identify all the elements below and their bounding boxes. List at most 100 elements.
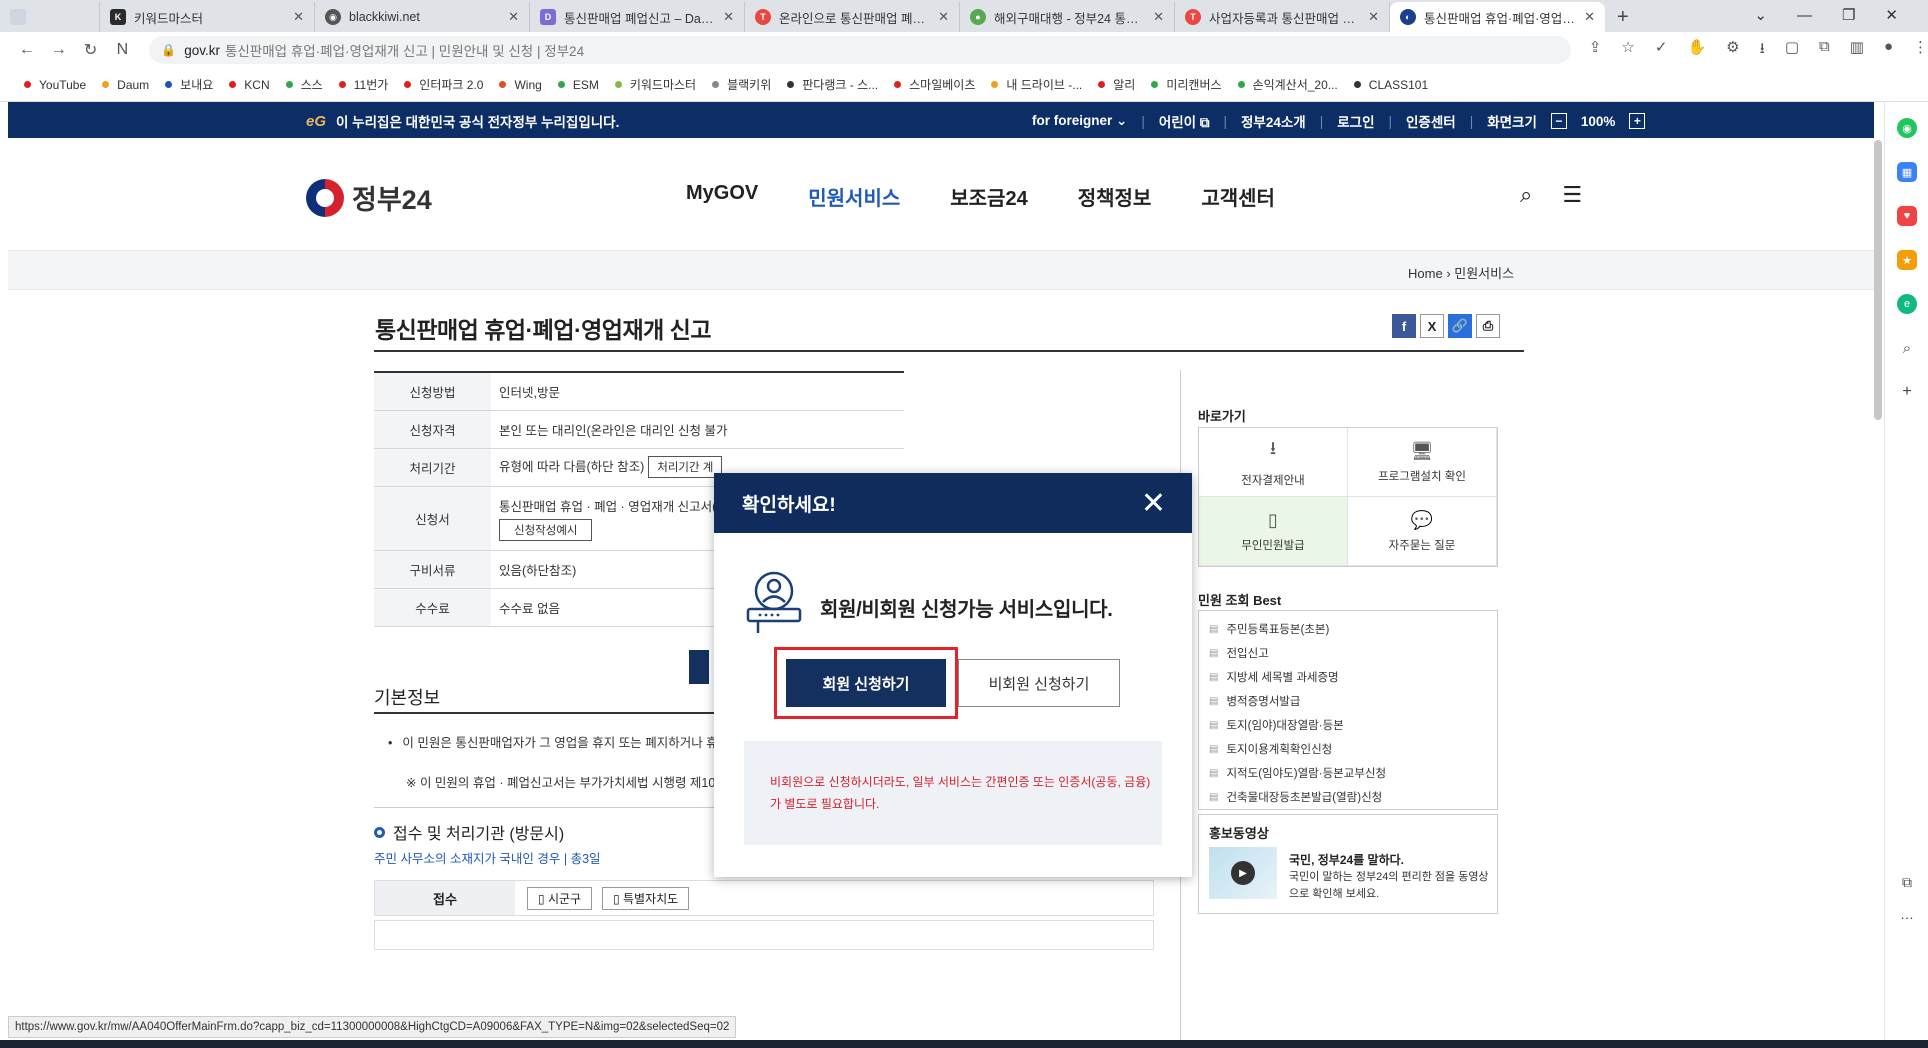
chip-sigungu[interactable]: ▯ 시군구 [527, 886, 593, 910]
office-icon[interactable]: ▦ [1897, 162, 1917, 182]
profile-avatar[interactable]: ● [1884, 38, 1893, 63]
browser-tab[interactable]: K 키워드마스터 ✕ [100, 2, 315, 32]
browser-tab[interactable]: ● 해외구매대행 - 정부24 통신판매 ✕ [960, 2, 1175, 32]
menu-subsidy[interactable]: 보조금24 [950, 182, 1027, 211]
bookmark-item[interactable]: 스마일베이츠 [894, 76, 975, 93]
address-bar[interactable]: 🔒 gov.kr 통신판매업 휴업·폐업·영업재개 신고 | 민원안내 및 신청… [149, 36, 1571, 64]
play-icon[interactable]: ▶ [1231, 861, 1255, 885]
add-icon[interactable]: + [1897, 382, 1917, 402]
more-icon[interactable]: ⋮ [1913, 38, 1928, 63]
bookmark-item[interactable]: YouTube [24, 78, 86, 92]
list-item[interactable]: 토지이용계획확인신청 [1209, 737, 1487, 761]
close-icon[interactable]: ✕ [1153, 9, 1164, 25]
form-example-button[interactable]: 신청작성예시 [499, 518, 593, 541]
menu-civil-service[interactable]: 민원서비스 [808, 182, 900, 211]
foreigner-link[interactable]: for foreigner ⌄ [1032, 113, 1127, 129]
more-icon[interactable]: … [1897, 904, 1917, 924]
favorites-icon[interactable]: ☆ [1621, 38, 1634, 63]
quick-payment-guide[interactable]: ⭳ 전자결제안내 [1199, 428, 1348, 497]
bookmark-item[interactable]: 손익계산서_20... [1237, 76, 1338, 93]
bookmark-item[interactable]: KCN [229, 78, 270, 92]
bookmark-item[interactable]: 보내요 [165, 76, 213, 93]
promo-heading[interactable]: 국민, 정부24를 말하다. [1289, 851, 1404, 868]
sidebar-icon[interactable]: ▥ [1850, 38, 1864, 63]
collections-icon[interactable]: ⧉ [1819, 38, 1830, 63]
puzzle-icon[interactable]: ⚙ [1726, 38, 1739, 63]
collections-icon[interactable]: ★ [1897, 250, 1917, 270]
search-chat-icon[interactable]: ⌕ [1897, 338, 1917, 358]
list-item[interactable]: 병적증명서발급 [1209, 689, 1487, 713]
bookmark-item[interactable]: 내 드라이브 -... [991, 76, 1082, 93]
list-item[interactable]: 주민등록표등본(초본) [1209, 617, 1487, 641]
about-link[interactable]: 정부24소개 [1241, 111, 1306, 131]
close-icon[interactable]: ✕ [723, 9, 734, 25]
naver-icon[interactable]: N [109, 41, 135, 59]
close-icon[interactable]: ✕ [508, 9, 519, 25]
back-icon[interactable]: ← [14, 41, 40, 59]
extension-icon[interactable]: ✋ [1687, 38, 1706, 63]
quick-faq[interactable]: 💬 자주묻는 질문 [1348, 497, 1497, 566]
close-icon[interactable]: ✕ [1368, 9, 1379, 25]
bookmark-item[interactable]: 11번가 [338, 76, 388, 93]
share-icon[interactable]: ⇪ [1589, 38, 1602, 63]
menu-customer-center[interactable]: 고객센터 [1201, 182, 1275, 211]
bookmark-item[interactable]: 알리 [1098, 76, 1135, 93]
edge-icon[interactable]: e [1897, 294, 1917, 314]
kids-link[interactable]: 어린이 ⧉ [1159, 111, 1210, 131]
list-item[interactable]: 전입신고 [1209, 641, 1487, 665]
cert-center-link[interactable]: 인증센터 [1406, 111, 1456, 131]
close-icon[interactable]: ✕ [938, 9, 949, 25]
breadcrumb-home[interactable]: Home [1408, 266, 1443, 281]
bookmark-item[interactable]: Daum [102, 78, 149, 92]
list-item[interactable]: 지적도(임야도)열람·등본교부신청 [1209, 761, 1487, 785]
hamburger-menu-icon[interactable]: ☰ [1562, 182, 1582, 208]
bookmark-item[interactable]: 인터파크 2.0 [404, 76, 483, 93]
check-icon[interactable]: ✓ [1655, 38, 1668, 63]
browser-tab[interactable] [0, 2, 100, 32]
bookmark-item[interactable]: Wing [499, 78, 542, 92]
x-icon[interactable]: X [1420, 314, 1444, 338]
browser-tab-active[interactable]: ◐ 통신판매업 휴업·폐업·영업재개 ✕ [1390, 2, 1605, 32]
chip-special-province[interactable]: ▯ 특별자치도 [602, 886, 690, 910]
breadcrumb-current[interactable]: 민원서비스 [1454, 266, 1514, 281]
browser-tab[interactable]: D 통신판매업 폐업신고 – Daum 검 ✕ [530, 2, 745, 32]
browser-tab[interactable]: T온라인으로 통신판매업 폐업 신고✕ [745, 2, 960, 32]
bookmark-item[interactable]: 판다랭크 - 스... [787, 76, 878, 93]
screen-icon[interactable]: ▢ [1785, 38, 1799, 63]
list-item[interactable]: 토지(임야)대장열람·등본 [1209, 713, 1487, 737]
facebook-icon[interactable]: f [1392, 314, 1416, 338]
menu-mygov[interactable]: MyGOV [686, 182, 758, 211]
bookmark-item[interactable]: CLASS101 [1353, 78, 1428, 92]
close-icon[interactable]: ✕ [293, 9, 304, 25]
shopping-icon[interactable]: ♥ [1897, 206, 1917, 226]
restore-icon[interactable]: ❐ [1842, 6, 1855, 24]
close-icon[interactable]: ✕ [1141, 489, 1166, 519]
list-item[interactable]: 지방세 세목별 과세증명 [1209, 665, 1487, 689]
member-apply-button[interactable]: 회원 신청하기 [786, 659, 946, 707]
external-open-icon[interactable]: ⧉ [1897, 872, 1917, 892]
link-icon[interactable]: 🔗 [1448, 314, 1472, 338]
menu-policy[interactable]: 정책정보 [1078, 182, 1152, 211]
zoom-in-button[interactable]: + [1629, 113, 1646, 129]
agency-link[interactable]: 주민 사무소의 소재지가 국내인 경우 | 총3일 [374, 848, 601, 867]
new-tab-button[interactable]: + [1605, 2, 1641, 32]
list-item[interactable]: 건축물대장등초본발급(열람)신청 [1209, 785, 1487, 809]
window-close-icon[interactable]: ✕ [1885, 6, 1898, 24]
bookmark-item[interactable]: 미리캔버스 [1151, 76, 1222, 93]
quick-kiosk[interactable]: ▯ 무인민원발급 [1199, 497, 1348, 566]
quick-program-check[interactable]: 🖥 프로그램설치 확인 [1348, 428, 1497, 497]
browser-tab[interactable]: ◉ blackkiwi.net ✕ [315, 2, 530, 32]
bookmark-item[interactable]: ESM [557, 78, 599, 92]
print-icon[interactable]: ⎙ [1476, 314, 1500, 338]
bookmark-item[interactable]: 스스 [285, 76, 323, 93]
apply-button-partial[interactable] [689, 650, 709, 684]
bookmark-item[interactable]: 키워드마스터 [614, 76, 696, 93]
page-scrollbar[interactable] [1874, 140, 1882, 420]
tab-list-icon[interactable]: ⌄ [1754, 6, 1767, 24]
login-link[interactable]: 로그인 [1337, 111, 1374, 131]
close-icon[interactable]: ✕ [1584, 9, 1595, 25]
processing-time-button[interactable]: 처리기간 계 [648, 456, 723, 478]
minimize-icon[interactable]: — [1797, 7, 1812, 24]
bookmark-item[interactable]: 블랙키위 [712, 76, 771, 93]
browser-tab[interactable]: T 사업자등록과 통신판매업 한꺼번 ✕ [1175, 2, 1390, 32]
